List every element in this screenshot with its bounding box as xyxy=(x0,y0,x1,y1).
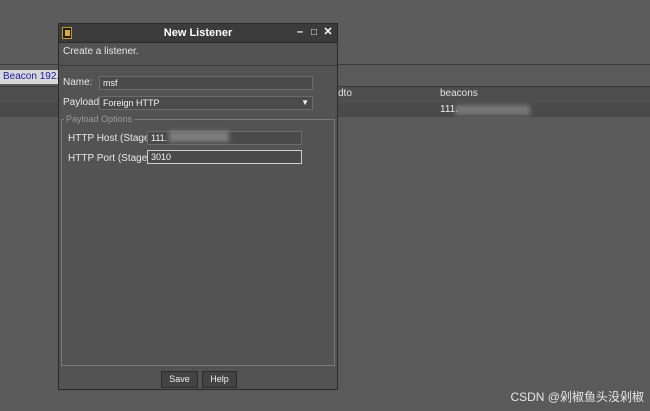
column-header-dto[interactable]: dto xyxy=(338,86,352,102)
payload-select[interactable]: Foreign HTTP ▼ xyxy=(99,96,313,110)
column-header-beacons[interactable]: beacons xyxy=(440,86,478,102)
name-input[interactable] xyxy=(99,76,313,90)
payload-label: Payload: xyxy=(63,97,102,108)
maximize-icon[interactable]: □ xyxy=(307,25,321,40)
http-port-input[interactable] xyxy=(147,150,302,164)
dialog-description: Create a listener. xyxy=(63,46,139,57)
divider xyxy=(59,65,337,66)
minimize-icon[interactable]: – xyxy=(293,25,307,40)
http-port-label: HTTP Port (Stager): xyxy=(68,153,157,164)
close-icon[interactable]: ✕ xyxy=(321,25,335,40)
redacted-host xyxy=(169,131,229,142)
help-button[interactable]: Help xyxy=(202,371,237,388)
save-button[interactable]: Save xyxy=(161,371,198,388)
name-label: Name: xyxy=(63,77,93,88)
http-host-label: HTTP Host (Stager): xyxy=(68,133,159,144)
dropdown-arrow-icon: ▼ xyxy=(301,98,309,107)
watermark: CSDN @剁椒鱼头没剁椒 xyxy=(510,390,644,404)
payload-options-legend: Payload Options xyxy=(64,114,135,124)
new-listener-dialog: New Listener – □ ✕ Create a listener. Na… xyxy=(58,23,338,390)
dialog-titlebar[interactable]: New Listener – □ ✕ xyxy=(59,24,337,43)
redacted-value xyxy=(455,105,530,115)
payload-select-value: Foreign HTTP xyxy=(103,98,160,108)
